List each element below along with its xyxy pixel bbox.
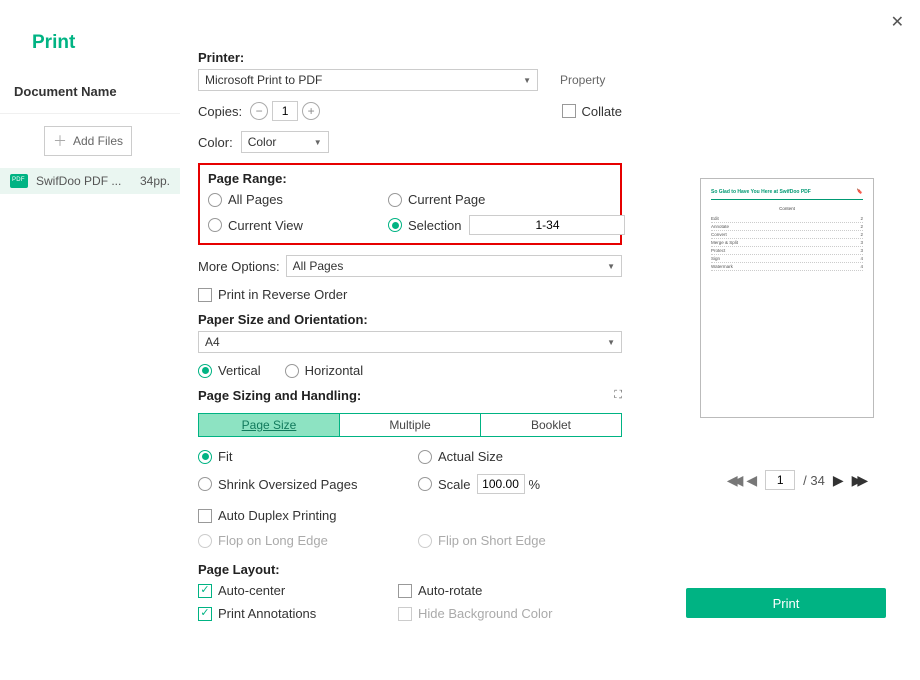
more-options-select[interactable]: All Pages ▼ (286, 255, 622, 277)
pdf-icon (10, 174, 28, 188)
scale-label: Scale (438, 477, 471, 492)
current-view-label: Current View (228, 218, 303, 233)
file-pages: 34pp. (140, 174, 170, 188)
add-files-label: Add Files (73, 134, 123, 148)
horizontal-radio[interactable] (285, 364, 299, 378)
vertical-radio[interactable] (198, 364, 212, 378)
copies-label: Copies: (198, 104, 242, 119)
tab-booklet[interactable]: Booklet (481, 414, 621, 436)
hide-bg-checkbox (398, 607, 412, 621)
flop-long-label: Flop on Long Edge (218, 533, 328, 548)
add-files-button[interactable]: ＋ Add Files (44, 126, 132, 156)
page-range-section: Page Range: All Pages Current Page Curre… (198, 163, 622, 245)
current-page-radio[interactable] (388, 193, 402, 207)
dialog-title: Print (0, 0, 180, 84)
file-row[interactable]: SwifDoo PDF ... 34pp. (0, 168, 180, 194)
scale-radio[interactable] (418, 477, 432, 491)
selection-radio[interactable] (388, 218, 402, 232)
chevron-down-icon: ▼ (607, 262, 615, 271)
annotations-label: Print Annotations (218, 606, 316, 621)
current-view-radio[interactable] (208, 218, 222, 232)
preview-panel: So Glad to Have You Here at SwifDoo PDF … (640, 0, 920, 680)
auto-center-label: Auto-center (218, 583, 285, 598)
next-page-icon[interactable]: ▶ (833, 472, 844, 489)
more-options-label: More Options: (198, 259, 280, 274)
hide-bg-label: Hide Background Color (418, 606, 552, 621)
chevron-down-icon: ▼ (523, 76, 531, 85)
sizing-label: Page Sizing and Handling: (198, 388, 361, 403)
reverse-checkbox[interactable] (198, 288, 212, 302)
last-page-icon[interactable]: ▶▶ (852, 472, 864, 489)
first-page-icon[interactable]: ◀◀ (727, 472, 739, 489)
file-name: SwifDoo PDF ... (36, 174, 134, 188)
auto-duplex-checkbox[interactable] (198, 509, 212, 523)
fit-radio[interactable] (198, 450, 212, 464)
collate-label: Collate (582, 104, 622, 119)
annotations-checkbox[interactable] (198, 607, 212, 621)
auto-rotate-checkbox[interactable] (398, 584, 412, 598)
document-name-header: Document Name (0, 84, 180, 114)
paper-size-select[interactable]: A4 ▼ (198, 331, 622, 353)
flop-long-radio (198, 534, 212, 548)
sizing-tabs: Page Size Multiple Booklet (198, 413, 622, 437)
collate-checkbox[interactable] (562, 104, 576, 118)
auto-center-checkbox[interactable] (198, 584, 212, 598)
chevron-down-icon: ▼ (607, 338, 615, 347)
left-panel: Print Document Name ＋ Add Files SwifDoo … (0, 0, 180, 680)
copies-minus-button[interactable]: − (250, 102, 268, 120)
tab-page-size[interactable]: Page Size (199, 414, 340, 436)
flip-short-label: Flip on Short Edge (438, 533, 546, 548)
fit-label: Fit (218, 449, 232, 464)
selection-input[interactable] (469, 215, 625, 235)
reverse-label: Print in Reverse Order (218, 287, 347, 302)
auto-rotate-label: Auto-rotate (418, 583, 482, 598)
scale-input[interactable] (477, 474, 525, 494)
prev-page-icon[interactable]: ◀ (746, 472, 757, 489)
property-link[interactable]: Property (560, 73, 605, 87)
scale-unit: % (529, 477, 541, 492)
horizontal-label: Horizontal (305, 363, 364, 378)
preview-pager: ◀◀ ◀ / 34 ▶ ▶▶ (680, 470, 910, 490)
color-label: Color: (198, 135, 233, 150)
auto-duplex-label: Auto Duplex Printing (218, 508, 337, 523)
page-preview: So Glad to Have You Here at SwifDoo PDF … (700, 178, 874, 418)
selection-label: Selection (408, 218, 461, 233)
tab-multiple[interactable]: Multiple (340, 414, 481, 436)
chevron-down-icon: ▼ (314, 138, 322, 147)
flip-short-radio (418, 534, 432, 548)
settings-panel: Printer: Microsoft Print to PDF ▼ Proper… (180, 0, 640, 680)
shrink-radio[interactable] (198, 477, 212, 491)
copies-plus-button[interactable]: + (302, 102, 320, 120)
paper-label: Paper Size and Orientation: (198, 312, 622, 327)
all-pages-label: All Pages (228, 192, 283, 207)
page-input[interactable] (765, 470, 795, 490)
printer-select[interactable]: Microsoft Print to PDF ▼ (198, 69, 538, 91)
color-select[interactable]: Color ▼ (241, 131, 329, 153)
printer-label: Printer: (198, 50, 622, 65)
all-pages-radio[interactable] (208, 193, 222, 207)
actual-size-label: Actual Size (438, 449, 503, 464)
page-range-label: Page Range: (208, 171, 612, 186)
plus-icon: ＋ (53, 131, 67, 151)
actual-size-radio[interactable] (418, 450, 432, 464)
current-page-label: Current Page (408, 192, 485, 207)
print-button[interactable]: Print (686, 588, 886, 618)
expand-icon[interactable]: ⛶ (614, 389, 622, 402)
shrink-label: Shrink Oversized Pages (218, 477, 357, 492)
page-total: / 34 (803, 473, 825, 488)
bookmark-icon: 🔖 (857, 189, 863, 195)
page-layout-label: Page Layout: (198, 562, 622, 577)
vertical-label: Vertical (218, 363, 261, 378)
copies-input[interactable] (272, 101, 298, 121)
